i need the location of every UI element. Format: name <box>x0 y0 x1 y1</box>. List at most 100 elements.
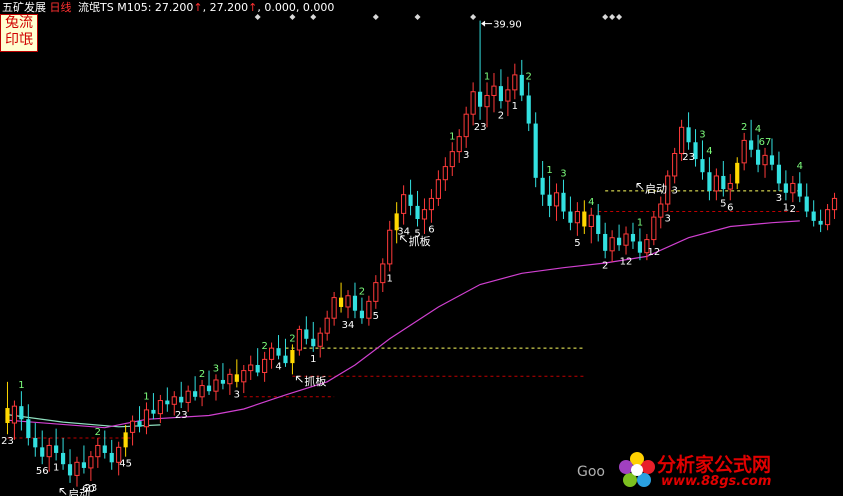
signal-candle[interactable] <box>123 432 128 448</box>
candle-body[interactable] <box>102 445 107 453</box>
candle-body[interactable] <box>276 348 281 356</box>
candle-body[interactable] <box>707 172 712 191</box>
candle-body[interactable] <box>352 295 358 311</box>
signal-candle[interactable] <box>290 350 295 364</box>
candle-body[interactable] <box>686 127 691 143</box>
candle-body[interactable] <box>193 391 198 397</box>
candle-body[interactable] <box>519 74 524 96</box>
candle-body[interactable] <box>33 437 38 448</box>
candle-body[interactable] <box>470 91 476 115</box>
candle-body[interactable] <box>741 139 747 164</box>
candle-body[interactable] <box>630 233 636 242</box>
signal-candle[interactable] <box>5 408 10 424</box>
candle-body[interactable] <box>428 197 435 211</box>
candle-body[interactable] <box>762 154 768 166</box>
candle-body[interactable] <box>477 91 483 107</box>
candle-body[interactable] <box>311 338 316 347</box>
indicator-name[interactable]: 流氓TS <box>78 1 114 14</box>
candle-body[interactable] <box>790 182 796 194</box>
signal-candle[interactable] <box>338 297 344 307</box>
candle-body[interactable] <box>568 211 573 223</box>
candle-body[interactable] <box>206 385 212 392</box>
candle-body[interactable] <box>651 216 657 241</box>
candle-body[interactable] <box>255 364 260 373</box>
candle-body[interactable] <box>241 370 247 383</box>
candle-body[interactable] <box>283 355 288 364</box>
candle-body[interactable] <box>401 194 407 214</box>
candle-body[interactable] <box>596 215 601 234</box>
candle-body[interactable] <box>797 183 802 197</box>
candle-body[interactable] <box>324 317 330 334</box>
candle-body[interactable] <box>804 196 809 212</box>
candle-body[interactable] <box>199 385 205 398</box>
signal-candle[interactable] <box>582 211 587 227</box>
candle-body[interactable] <box>143 409 150 428</box>
candle-body[interactable] <box>46 444 52 458</box>
candle-body[interactable] <box>137 421 142 427</box>
candle-body[interactable] <box>74 461 80 476</box>
candle-body[interactable] <box>421 209 428 220</box>
candle-body[interactable] <box>296 328 302 351</box>
candle-body[interactable] <box>824 209 831 226</box>
candle-body[interactable] <box>331 297 337 319</box>
candle-body[interactable] <box>129 420 136 433</box>
candle-body[interactable] <box>658 203 664 218</box>
candle-body[interactable] <box>547 194 552 206</box>
candle-body[interactable] <box>512 74 518 91</box>
candle-body[interactable] <box>88 456 94 469</box>
candle-body[interactable] <box>811 211 816 221</box>
candle-body[interactable] <box>637 241 643 253</box>
candle-body[interactable] <box>26 419 31 438</box>
candle-body[interactable] <box>721 175 726 190</box>
candle-body[interactable] <box>373 282 379 302</box>
candle-body[interactable] <box>435 179 441 199</box>
candle-body[interactable] <box>442 166 448 181</box>
candle-body[interactable] <box>463 113 469 138</box>
candle-body[interactable] <box>40 447 45 457</box>
candle-body[interactable] <box>268 347 275 360</box>
period-label[interactable]: 日线 <box>50 1 72 14</box>
candle-body[interactable] <box>769 155 775 165</box>
candle-body[interactable] <box>700 159 705 173</box>
candle-body[interactable] <box>317 332 323 347</box>
candle-body[interactable] <box>533 123 538 178</box>
candle-body[interactable] <box>95 444 101 458</box>
candle-body[interactable] <box>561 192 566 212</box>
candle-body[interactable] <box>60 452 66 465</box>
candle-body[interactable] <box>151 409 156 414</box>
candle-body[interactable] <box>553 192 560 207</box>
candle-body[interactable] <box>498 86 504 102</box>
signal-candle[interactable] <box>735 162 740 184</box>
signal-candle[interactable] <box>234 374 239 382</box>
candle-body[interactable] <box>19 406 24 420</box>
candle-body[interactable] <box>415 205 420 220</box>
candle-body[interactable] <box>248 364 254 372</box>
candle-body[interactable] <box>213 379 219 392</box>
candle-body[interactable] <box>449 151 455 168</box>
candle-body[interactable] <box>171 396 177 405</box>
candle-body[interactable] <box>588 214 594 227</box>
candle-body[interactable] <box>526 95 531 124</box>
candle-body[interactable] <box>179 396 184 403</box>
candle-body[interactable] <box>505 89 511 102</box>
candle-body[interactable] <box>220 379 226 384</box>
candle-body[interactable] <box>484 94 490 108</box>
candle-body[interactable] <box>623 233 629 246</box>
candle-body[interactable] <box>11 405 18 424</box>
candle-body[interactable] <box>574 211 580 224</box>
candle-body[interactable] <box>672 152 678 177</box>
stock-name[interactable]: 五矿发展 <box>2 1 46 14</box>
candle-body[interactable] <box>540 177 545 195</box>
candle-body[interactable] <box>616 237 622 246</box>
candle-body[interactable] <box>713 175 719 192</box>
candle-body[interactable] <box>603 233 608 251</box>
candle-body[interactable] <box>831 197 838 211</box>
candle-body[interactable] <box>227 373 233 385</box>
candle-body[interactable] <box>304 329 309 339</box>
candle-body[interactable] <box>165 400 170 405</box>
candle-body[interactable] <box>818 220 823 225</box>
candle-body[interactable] <box>54 445 59 453</box>
candle-body[interactable] <box>157 400 163 415</box>
candle-body[interactable] <box>262 358 268 373</box>
candle-body[interactable] <box>380 263 386 284</box>
